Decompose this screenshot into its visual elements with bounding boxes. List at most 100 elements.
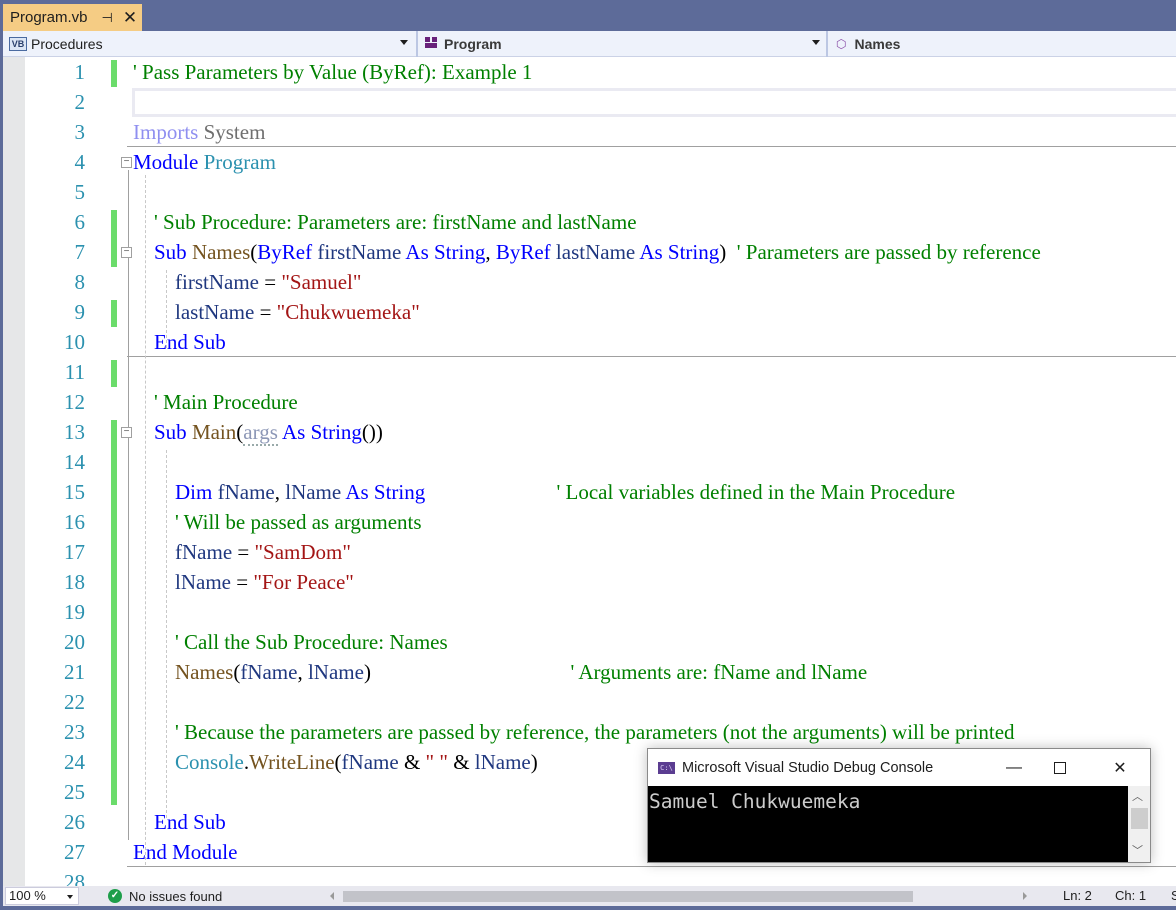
- line-number: 25: [64, 780, 85, 804]
- project-dropdown-value: Procedures: [31, 36, 103, 52]
- code-line[interactable]: 1 ' Pass Parameters by Value (ByRef): Exa…: [3, 57, 1176, 87]
- status-bar: 100 % ✓ No issues found Ln: 2 Ch: 1 S: [3, 886, 1176, 906]
- project-dropdown[interactable]: VB Procedures: [3, 31, 412, 57]
- close-button[interactable]: ✕: [1097, 749, 1143, 786]
- scroll-left-icon[interactable]: [330, 892, 334, 900]
- line-number: 2: [74, 90, 86, 114]
- code-line[interactable]: 20 ' Call the Sub Procedure: Names: [3, 627, 1176, 657]
- type-dropdown[interactable]: Program: [416, 31, 824, 57]
- console-output[interactable]: Samuel Chukwuemeka: [648, 786, 1128, 862]
- tab-program-vb[interactable]: Program.vb ⊣ ✕: [3, 4, 142, 31]
- code-line[interactable]: 13 Sub Main(args As String()): [3, 417, 1176, 447]
- line-number: 4: [74, 150, 86, 174]
- code-text: ' Main Procedure: [133, 387, 298, 417]
- line-number: 14: [64, 450, 85, 474]
- line-number: 28: [64, 870, 85, 886]
- chevron-down-icon[interactable]: [812, 40, 820, 45]
- code-token: &: [447, 750, 475, 774]
- code-line[interactable]: 11: [3, 357, 1176, 387]
- code-line[interactable]: 23 ' Because the parameters are passed b…: [3, 717, 1176, 747]
- code-token: args: [243, 420, 278, 446]
- member-dropdown-value: Names: [854, 36, 901, 52]
- code-line[interactable]: 15 Dim fName, lName As String ' Local va…: [3, 477, 1176, 507]
- code-token: "SamDom": [254, 540, 351, 564]
- code-token: "Samuel": [281, 270, 362, 294]
- check-circle-icon: ✓: [108, 889, 122, 903]
- chevron-down-icon[interactable]: [67, 895, 73, 899]
- code-line[interactable]: 9 lastName = "Chukwuemeka": [3, 297, 1176, 327]
- close-icon[interactable]: ✕: [123, 8, 137, 28]
- code-line[interactable]: 5: [3, 177, 1176, 207]
- code-token: lastName: [550, 240, 640, 264]
- console-scrollbar[interactable]: ︿ ﹀: [1128, 786, 1150, 862]
- code-token: ): [363, 660, 571, 684]
- code-token: lName: [285, 480, 346, 504]
- chevron-up-icon[interactable]: ︿: [1132, 788, 1143, 804]
- code-token: &: [398, 750, 426, 774]
- code-token: As: [281, 420, 306, 444]
- code-token: As: [405, 240, 429, 264]
- code-token: String: [373, 480, 426, 504]
- code-line[interactable]: 10 End Sub: [3, 327, 1176, 357]
- line-number: 16: [64, 510, 85, 534]
- code-token: ()): [361, 420, 383, 444]
- line-number: 15: [64, 480, 85, 504]
- debug-console-window[interactable]: C:\ Microsoft Visual Studio Debug Consol…: [647, 748, 1151, 863]
- code-line[interactable]: 6 ' Sub Procedure: Parameters are: first…: [3, 207, 1176, 237]
- code-text: lastName = "Chukwuemeka": [133, 297, 420, 327]
- issues-indicator[interactable]: ✓ No issues found: [108, 886, 222, 906]
- zoom-dropdown[interactable]: 100 %: [5, 887, 79, 905]
- pin-icon[interactable]: ⊣: [102, 10, 113, 26]
- console-app-icon: C:\: [658, 761, 675, 774]
- code-token: ' Will be passed as arguments: [133, 510, 422, 534]
- code-line[interactable]: 2: [3, 87, 1176, 117]
- line-number: 17: [64, 540, 85, 564]
- code-text: ' Call the Sub Procedure: Names: [133, 627, 448, 657]
- code-line[interactable]: 28: [3, 867, 1176, 886]
- horizontal-scrollbar[interactable]: [330, 886, 1030, 906]
- code-token: firstName: [133, 270, 265, 294]
- chevron-down-icon[interactable]: [400, 40, 408, 45]
- code-token: "For Peace": [253, 570, 354, 594]
- minimize-button[interactable]: —: [991, 749, 1037, 786]
- scroll-right-icon[interactable]: [1023, 892, 1027, 900]
- code-line[interactable]: 7 Sub Names(ByRef firstName As String, B…: [3, 237, 1176, 267]
- char-indicator: Ch: 1: [1115, 888, 1147, 903]
- module-icon: [424, 37, 440, 51]
- code-token: End Sub: [133, 330, 226, 354]
- code-line[interactable]: 3 Imports System: [3, 117, 1176, 147]
- code-token: ' Because the parameters are passed by r…: [133, 720, 1015, 744]
- code-line[interactable]: 17 fName = "SamDom": [3, 537, 1176, 567]
- code-text: ' Will be passed as arguments: [133, 507, 422, 537]
- code-line[interactable]: 18 lName = "For Peace": [3, 567, 1176, 597]
- code-token: As: [639, 240, 663, 264]
- code-line[interactable]: 21 Names(fName, lName) ' Arguments are: …: [3, 657, 1176, 687]
- member-dropdown[interactable]: ⬡ Names: [826, 31, 1176, 57]
- code-token: ' Arguments are: fName and lName: [570, 660, 868, 684]
- line-number: 24: [64, 750, 85, 774]
- code-token: Sub: [133, 420, 187, 444]
- code-line[interactable]: 14: [3, 447, 1176, 477]
- code-line[interactable]: 16 ' Will be passed as arguments: [3, 507, 1176, 537]
- code-token: (: [334, 750, 342, 774]
- line-number: 21: [64, 660, 85, 684]
- scrollbar-thumb[interactable]: [343, 891, 913, 902]
- line-number: 19: [64, 600, 85, 624]
- code-line[interactable]: 22: [3, 687, 1176, 717]
- chevron-down-icon[interactable]: ﹀: [1132, 842, 1143, 858]
- code-token: Dim: [133, 480, 213, 504]
- code-line[interactable]: 4 Module Program: [3, 147, 1176, 177]
- code-text: End Module: [133, 837, 237, 867]
- code-line[interactable]: 8 firstName = "Samuel": [3, 267, 1176, 297]
- code-token: String: [667, 240, 720, 264]
- maximize-button[interactable]: [1037, 749, 1083, 786]
- line-number: 8: [74, 270, 86, 294]
- line-number: 7: [74, 240, 86, 264]
- code-line[interactable]: 12 ' Main Procedure: [3, 387, 1176, 417]
- code-text: Sub Main(args As String()): [133, 417, 383, 447]
- code-token: lName: [474, 750, 531, 774]
- method-cube-icon: ⬡: [836, 37, 847, 51]
- scrollbar-thumb[interactable]: [1131, 808, 1148, 829]
- code-line[interactable]: 19: [3, 597, 1176, 627]
- line-number: 3: [74, 120, 86, 144]
